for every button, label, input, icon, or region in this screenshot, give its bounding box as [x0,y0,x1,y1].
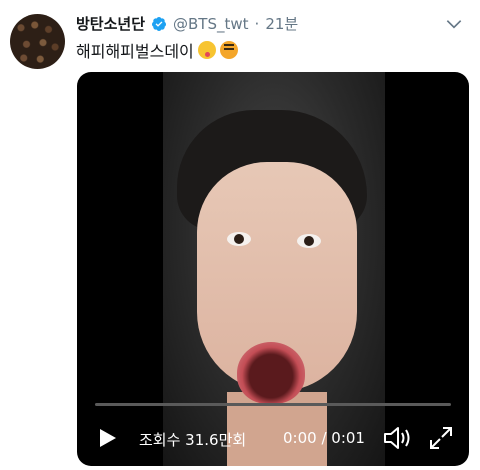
left-eye [227,232,251,246]
tiger-face-icon [219,41,238,59]
volume-icon[interactable] [382,424,412,452]
verified-badge-icon [152,16,167,31]
zany-face-icon [197,41,216,59]
time-separator: / [316,429,332,447]
right-eye [297,234,321,248]
tweet-body: 해피해피벌스데이 [76,42,194,61]
video-player[interactable]: 조회수 31.6만회 0:00 / 0:01 [77,72,469,466]
tweet-text: 해피해피벌스데이 [76,38,238,62]
view-count: 조회수 31.6만회 [139,431,247,449]
avatar[interactable] [10,14,65,69]
tweet-header: 방탄소년단 @BTS_twt · 21분 [76,13,298,34]
chevron-down-icon[interactable] [444,14,464,34]
video-progress-bar[interactable] [95,403,451,406]
separator-dot: · [254,14,260,33]
tweet-time[interactable]: 21분 [265,13,298,34]
play-icon[interactable] [95,426,119,450]
video-subject-mouth [237,342,305,404]
fullscreen-icon[interactable] [427,424,455,452]
author-handle[interactable]: @BTS_twt [173,15,249,33]
current-time: 0:00 [283,429,317,447]
duration: 0:01 [331,429,365,447]
author-name[interactable]: 방탄소년단 [76,13,145,34]
timecode: 0:00 / 0:01 [283,429,365,447]
video-controls: 조회수 31.6만회 0:00 / 0:01 [77,422,469,454]
